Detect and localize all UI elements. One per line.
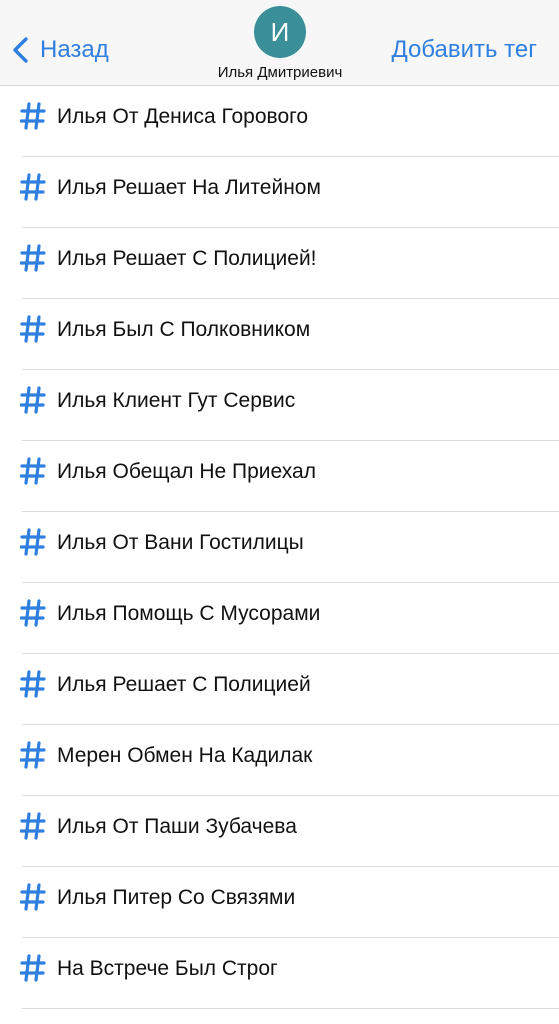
hashtag-icon <box>20 386 46 414</box>
tag-label: Илья Решает С Полицией <box>57 673 311 696</box>
hashtag-icon <box>20 102 46 130</box>
tag-list-item[interactable]: На Встрече Был Строг <box>0 938 559 1009</box>
tag-label: Илья Клиент Гут Сервис <box>57 389 296 412</box>
tag-list-item[interactable]: Илья Решает С Полицией <box>0 654 559 725</box>
hashtag-icon <box>20 599 46 627</box>
tag-list-item[interactable]: Илья Питер Со Связями <box>0 867 559 938</box>
tag-label: Илья Помощь С Мусорами <box>57 602 321 625</box>
tag-list-item[interactable]: Илья Был С Полковником <box>0 299 559 370</box>
tag-label: Илья От Дениса Горового <box>57 105 309 128</box>
hashtag-icon <box>20 954 46 982</box>
tag-list-item[interactable]: Илья Решает На Литейном <box>0 157 559 228</box>
tag-list-item[interactable]: Илья Помощь С Мусорами <box>0 583 559 654</box>
hashtag-icon <box>20 812 46 840</box>
hashtag-icon <box>20 741 46 769</box>
avatar: И <box>254 6 306 58</box>
hashtag-icon <box>20 883 46 911</box>
tag-list-item[interactable]: Мерен Обмен На Кадилак <box>0 725 559 796</box>
add-tag-button[interactable]: Добавить тег <box>391 36 537 64</box>
hashtag-icon <box>20 244 46 272</box>
chevron-left-icon <box>13 37 28 63</box>
tag-label: Илья Был С Полковником <box>57 318 311 341</box>
hashtag-icon <box>20 457 46 485</box>
contact-header[interactable]: И Илья Дмитриевич <box>180 4 380 81</box>
tag-label: Мерен Обмен На Кадилак <box>57 744 313 767</box>
tag-list-item[interactable]: Илья От Вани Гостилицы <box>0 512 559 583</box>
contact-name: Илья Дмитриевич <box>217 64 343 81</box>
tag-list-item[interactable]: Илья От Паши Зубачева <box>0 796 559 867</box>
tag-list-item[interactable]: Илья Решает С Полицией! <box>0 228 559 299</box>
tag-list-item[interactable]: Илья Клиент Гут Сервис <box>0 370 559 441</box>
tag-label: Илья От Вани Гостилицы <box>57 531 304 554</box>
hashtag-icon <box>20 528 46 556</box>
tag-list-item[interactable]: Илья Обещал Не Приехал <box>0 441 559 512</box>
tag-list: Илья От Дениса Горового Илья Решает На Л… <box>0 86 559 1009</box>
tag-label: Илья Решает На Литейном <box>57 176 321 199</box>
navigation-bar: Назад И Илья Дмитриевич Добавить тег <box>0 0 559 86</box>
tag-label: Илья От Паши Зубачева <box>57 815 297 838</box>
hashtag-icon <box>20 315 46 343</box>
hashtag-icon <box>20 670 46 698</box>
back-button-label: Назад <box>40 36 109 63</box>
tag-label: На Встрече Был Строг <box>57 957 278 980</box>
tag-label: Илья Обещал Не Приехал <box>57 460 316 483</box>
tag-label: Илья Решает С Полицией! <box>57 247 317 270</box>
hashtag-icon <box>20 173 46 201</box>
tag-label: Илья Питер Со Связями <box>57 886 296 909</box>
back-button[interactable]: Назад <box>10 30 109 70</box>
tag-list-item[interactable]: Илья От Дениса Горового <box>0 86 559 157</box>
